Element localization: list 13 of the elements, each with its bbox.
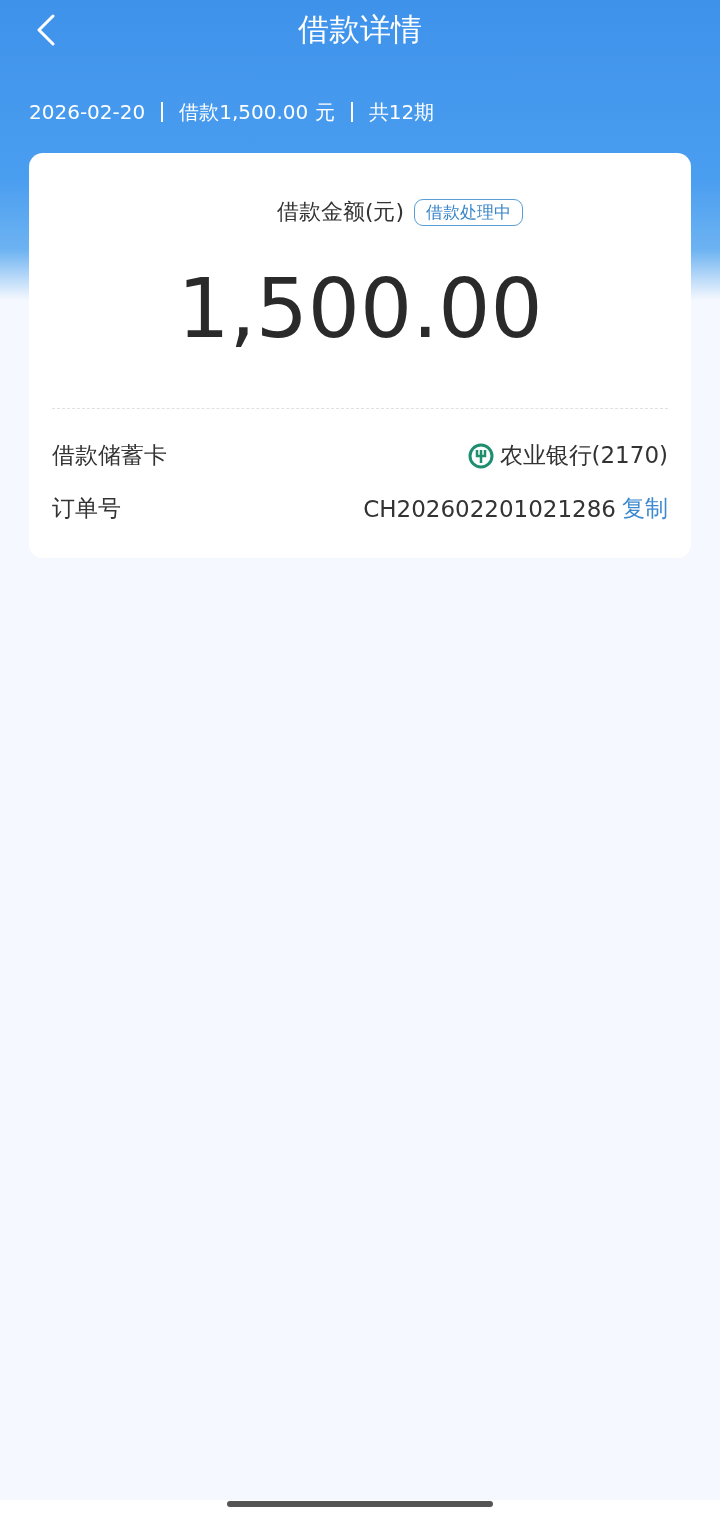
page-title: 借款详情 — [298, 10, 422, 49]
row-label: 订单号 — [52, 494, 121, 523]
summary-text: 共12期 — [368, 98, 435, 126]
bank-name: 农业银行(2170) — [499, 441, 668, 470]
row-label: 借款储蓄卡 — [52, 441, 167, 470]
summary-text: 2026-02-20 — [29, 100, 146, 124]
amount-value: 1,500.00 — [176, 260, 544, 358]
amount-label: 借款金额(元) — [276, 198, 405, 226]
summary-text: 借款1,500.00 元 — [179, 98, 335, 126]
status-badge: 借款处理中 — [414, 198, 524, 226]
order-number: CH202602201021286 — [363, 495, 616, 522]
bank-logo-icon — [467, 442, 494, 469]
copy-link[interactable]: 复制 — [622, 493, 668, 524]
